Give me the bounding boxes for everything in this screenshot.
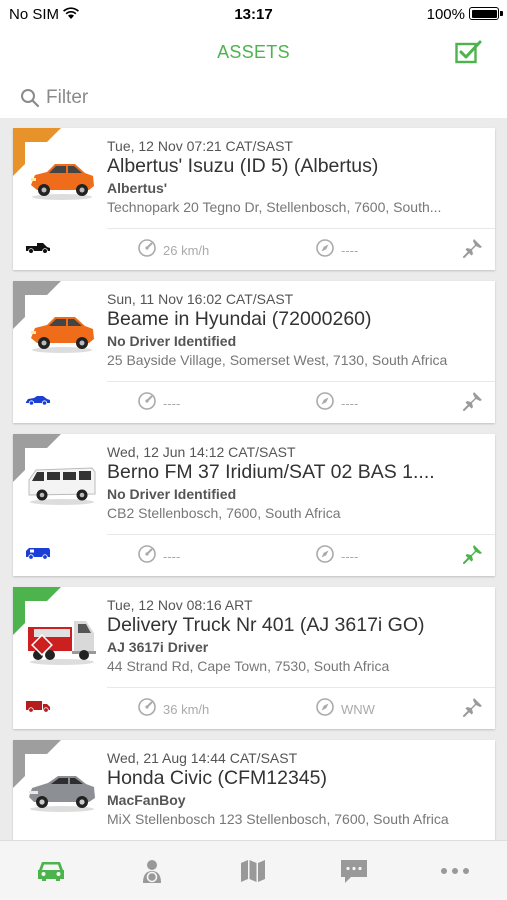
status-bar: No SIM 13:17 100% bbox=[0, 0, 507, 28]
car-icon bbox=[37, 862, 64, 881]
asset-address: MiX Stellenbosch 123 Stellenbosch, 7600,… bbox=[107, 811, 449, 827]
asset-driver: No Driver Identified bbox=[107, 486, 237, 502]
speed-metric: 36 km/h bbox=[137, 697, 209, 722]
filter-input[interactable] bbox=[46, 84, 476, 112]
search-icon bbox=[21, 89, 40, 108]
pin-icon[interactable] bbox=[463, 544, 483, 569]
speedometer-icon bbox=[137, 544, 157, 569]
divider bbox=[107, 228, 495, 229]
heading-metric: ---- bbox=[315, 544, 358, 569]
select-checkbox-icon[interactable] bbox=[455, 40, 483, 64]
tab-assets[interactable] bbox=[0, 841, 101, 900]
asset-driver: MacFanBoy bbox=[107, 792, 186, 808]
divider bbox=[107, 381, 495, 382]
asset-address: 25 Bayside Village, Somerset West, 7130,… bbox=[107, 352, 448, 368]
speed-metric: ---- bbox=[137, 544, 180, 569]
speed-metric: ---- bbox=[137, 391, 180, 416]
asset-address: 44 Strand Rd, Cape Town, 7530, South Afr… bbox=[107, 658, 390, 674]
page-title: ASSETS bbox=[217, 42, 290, 62]
tab-messages[interactable] bbox=[303, 841, 404, 900]
asset-name: Albertus' Isuzu (ID 5) (Albertus) bbox=[107, 155, 379, 177]
tab-bar bbox=[0, 840, 507, 900]
orange-car-icon bbox=[25, 295, 99, 367]
heading-value: ---- bbox=[341, 243, 359, 258]
compass-icon bbox=[315, 544, 335, 569]
asset-timestamp: Wed, 21 Aug 14:44 CAT/SAST bbox=[107, 750, 298, 766]
battery-percent: 100% bbox=[426, 6, 465, 23]
heading-metric: ---- bbox=[315, 391, 358, 416]
heading-value: ---- bbox=[341, 396, 359, 411]
filter-bar bbox=[0, 78, 507, 118]
speedometer-icon bbox=[137, 238, 157, 263]
divider bbox=[107, 687, 495, 688]
asset-list[interactable]: Tue, 12 Nov 07:21 CAT/SAST Albertus' Isuz… bbox=[0, 118, 507, 840]
tab-map[interactable] bbox=[202, 841, 303, 900]
sedan-icon bbox=[25, 393, 51, 412]
asset-timestamp: Tue, 12 Nov 08:16 ART bbox=[107, 597, 253, 613]
compass-icon bbox=[315, 238, 335, 263]
asset-name: Delivery Truck Nr 401 (AJ 3617i GO) bbox=[107, 614, 425, 636]
speed-metric: 26 km/h bbox=[137, 238, 209, 263]
compass-icon bbox=[315, 391, 335, 416]
battery-icon bbox=[469, 7, 499, 20]
message-icon bbox=[340, 860, 367, 883]
gray-sedan-icon bbox=[25, 754, 99, 826]
pin-icon[interactable] bbox=[463, 391, 483, 416]
asset-address: Technopark 20 Tegno Dr, Stellenbosch, 76… bbox=[107, 199, 442, 215]
asset-driver: No Driver Identified bbox=[107, 333, 237, 349]
speed-value: ---- bbox=[163, 549, 181, 564]
asset-driver: AJ 3617i Driver bbox=[107, 639, 209, 655]
asset-name: Beame in Hyundai (72000260) bbox=[107, 308, 372, 330]
speedometer-icon bbox=[137, 391, 157, 416]
asset-timestamp: Tue, 12 Nov 07:21 CAT/SAST bbox=[107, 138, 293, 154]
driver-icon bbox=[142, 860, 161, 883]
speed-value: 26 km/h bbox=[163, 243, 210, 258]
heading-metric: ---- bbox=[315, 238, 358, 263]
speed-value: ---- bbox=[163, 396, 181, 411]
asset-driver: Albertus' bbox=[107, 180, 168, 196]
nav-bar: ASSETS bbox=[0, 28, 507, 78]
van-icon bbox=[25, 546, 51, 565]
pin-icon[interactable] bbox=[463, 697, 483, 722]
pickup-truck-icon bbox=[25, 240, 51, 259]
asset-name: Honda Civic (CFM12345) bbox=[107, 767, 327, 789]
red-tanker-truck-icon bbox=[25, 601, 99, 673]
divider bbox=[107, 534, 495, 535]
delivery-truck-icon bbox=[25, 699, 51, 718]
heading-metric: WNW bbox=[315, 697, 375, 722]
white-van-icon bbox=[25, 448, 99, 520]
asset-timestamp: Sun, 11 Nov 16:02 CAT/SAST bbox=[107, 291, 294, 307]
speed-value: 36 km/h bbox=[163, 702, 210, 717]
asset-card[interactable]: Tue, 12 Nov 08:16 ART Delivery Truck Nr 4… bbox=[13, 587, 495, 729]
speedometer-icon bbox=[137, 697, 157, 722]
compass-icon bbox=[315, 697, 335, 722]
pin-icon[interactable] bbox=[463, 238, 483, 263]
map-icon bbox=[240, 860, 265, 882]
heading-value: WNW bbox=[341, 702, 375, 717]
heading-value: ---- bbox=[341, 549, 359, 564]
tab-more[interactable] bbox=[404, 841, 505, 900]
more-icon bbox=[440, 868, 469, 874]
asset-card[interactable]: Wed, 21 Aug 14:44 CAT/SAST Honda Civic (C… bbox=[13, 740, 495, 840]
orange-car-icon bbox=[25, 142, 99, 214]
asset-address: CB2 Stellenbosch, 7600, South Africa bbox=[107, 505, 341, 521]
asset-card[interactable]: Tue, 12 Nov 07:21 CAT/SAST Albertus' Isuz… bbox=[13, 128, 495, 270]
asset-card[interactable]: Sun, 11 Nov 16:02 CAT/SAST Beame in Hyund… bbox=[13, 281, 495, 423]
asset-card[interactable]: Wed, 12 Jun 14:12 CAT/SAST Berno FM 37 Ir… bbox=[13, 434, 495, 576]
tab-drivers[interactable] bbox=[101, 841, 202, 900]
asset-timestamp: Wed, 12 Jun 14:12 CAT/SAST bbox=[107, 444, 296, 460]
asset-name: Berno FM 37 Iridium/SAT 02 BAS 1.... bbox=[107, 461, 435, 483]
